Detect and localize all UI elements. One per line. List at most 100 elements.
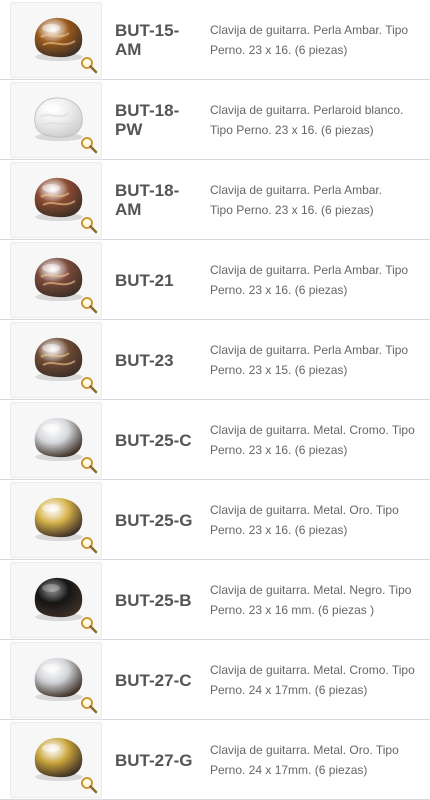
product-row: BUT-25-B Clavija de guitarra. Metal. Negr… — [0, 560, 430, 640]
product-code-line: BUT-25-C — [115, 430, 192, 450]
magnifier-zoom-icon[interactable] — [80, 456, 98, 474]
product-code-line: BUT-21 — [115, 270, 174, 290]
product-description: Clavija de guitarra. Perla Ambar. Tipo Pe… — [210, 320, 422, 400]
product-description-line: Clavija de guitarra. Metal. Cromo. Tipo — [210, 423, 415, 437]
product-description-text: Clavija de guitarra. Metal. Oro. Tipo Per… — [210, 740, 399, 780]
product-description: Clavija de guitarra. Metal. Cromo. Tipo P… — [210, 640, 422, 720]
product-description-line: Clavija de guitarra. Metal. Oro. Tipo — [210, 503, 399, 517]
product-description-line: Perno. 24 x 17mm. (6 piezas) — [210, 683, 368, 697]
magnifier-zoom-icon[interactable] — [80, 776, 98, 794]
product-code[interactable]: BUT-25-C — [115, 400, 197, 480]
product-description: Clavija de guitarra. Metal. Oro. Tipo Per… — [210, 720, 422, 800]
product-description-line: Tipo Perno. 23 x 16. (6 piezas) — [210, 203, 374, 217]
product-code[interactable]: BUT-23 — [115, 320, 197, 400]
product-code-line: BUT-15- — [115, 21, 180, 40]
product-description-text: Clavija de guitarra. Metal. Cromo. Tipo P… — [210, 420, 415, 460]
guitar-tuner-button-icon — [34, 17, 83, 61]
product-description: Clavija de guitarra. Perla Ambar. Tipo Pe… — [210, 0, 422, 80]
product-description-line: Clavija de guitarra. Perla Ambar. Tipo — [210, 343, 409, 357]
product-description-line: Perno. 23 x 16. (6 piezas) — [210, 443, 348, 457]
product-code-line: BUT-27-G — [115, 750, 193, 770]
magnifier-zoom-icon[interactable] — [80, 696, 98, 714]
product-code-line: BUT-18- — [115, 181, 180, 200]
magnifier-zoom-icon[interactable] — [80, 616, 98, 634]
product-description-line: Perno. 23 x 15. (6 piezas) — [210, 363, 348, 377]
product-code[interactable]: BUT-27-C — [115, 640, 197, 720]
product-code-text: BUT-18- PW — [115, 101, 179, 139]
product-code[interactable]: BUT-27-G — [115, 720, 197, 800]
product-description-line: Perno. 23 x 16. (6 piezas) — [210, 43, 348, 57]
product-thumbnail[interactable] — [10, 482, 102, 558]
product-description-line: Clavija de guitarra. Metal. Negro. Tipo — [210, 583, 412, 597]
product-description: Clavija de guitarra. Perlaroid blanco. Ti… — [210, 80, 422, 160]
product-description-line: Clavija de guitarra. Metal. Oro. Tipo — [210, 743, 399, 757]
product-thumbnail[interactable] — [10, 402, 102, 478]
product-row: BUT-21 Clavija de guitarra. Perla Ambar. … — [0, 240, 430, 320]
product-description-line: Tipo Perno. 23 x 16. (6 piezas) — [210, 123, 374, 137]
product-code[interactable]: BUT-25-B — [115, 560, 197, 640]
product-thumbnail[interactable] — [10, 82, 102, 158]
product-description-text: Clavija de guitarra. Metal. Oro. Tipo Per… — [210, 500, 399, 540]
magnifier-zoom-icon[interactable] — [80, 56, 98, 74]
product-code-text: BUT-25-B — [115, 591, 192, 610]
product-thumbnail[interactable] — [10, 322, 102, 398]
product-description-line: Clavija de guitarra. Perla Ambar. — [210, 183, 383, 197]
guitar-tuner-button-icon — [34, 337, 83, 381]
guitar-tuner-button-icon — [34, 497, 83, 541]
guitar-tuner-button-icon — [34, 97, 83, 141]
magnifier-zoom-icon[interactable] — [80, 536, 98, 554]
product-row: BUT-18- AM Clavija de guitarra. Perla Amba… — [0, 160, 430, 240]
guitar-tuner-button-icon — [34, 177, 83, 221]
product-description-line: Perno. 23 x 16. (6 piezas) — [210, 523, 348, 537]
product-row: BUT-23 Clavija de guitarra. Perla Ambar. … — [0, 320, 430, 400]
product-description-text: Clavija de guitarra. Metal. Cromo. Tipo P… — [210, 660, 415, 700]
product-description: Clavija de guitarra. Metal. Cromo. Tipo P… — [210, 400, 422, 480]
product-description-text: Clavija de guitarra. Perlaroid blanco. Ti… — [210, 100, 403, 140]
product-description-line: Perno. 23 x 16. (6 piezas) — [210, 283, 348, 297]
product-row: BUT-27-G Clavija de guitarra. Metal. Oro.… — [0, 720, 430, 800]
product-thumbnail[interactable] — [10, 562, 102, 638]
product-description-line: Clavija de guitarra. Perlaroid blanco. — [210, 103, 404, 117]
guitar-tuner-button-icon — [34, 577, 83, 621]
product-code-text: BUT-25-G — [115, 511, 192, 530]
product-description: Clavija de guitarra. Metal. Oro. Tipo Per… — [210, 480, 422, 560]
product-code-text: BUT-25-C — [115, 431, 192, 450]
product-description-text: Clavija de guitarra. Perla Ambar. Tipo Pe… — [210, 260, 408, 300]
product-description-text: Clavija de guitarra. Perla Ambar. Tipo Pe… — [210, 180, 382, 220]
guitar-tuner-button-icon — [34, 417, 83, 461]
product-thumbnail[interactable] — [10, 162, 102, 238]
product-thumbnail[interactable] — [10, 722, 102, 798]
product-code-text: BUT-27-C — [115, 671, 192, 690]
product-code-text: BUT-18- AM — [115, 181, 179, 219]
product-thumbnail[interactable] — [10, 642, 102, 718]
product-code[interactable]: BUT-15- AM — [115, 0, 197, 80]
product-description-line: Perno. 24 x 17mm. (6 piezas) — [210, 763, 368, 777]
magnifier-zoom-icon[interactable] — [80, 136, 98, 154]
guitar-tuner-button-icon — [34, 257, 83, 301]
product-code-line: BUT-27-C — [115, 670, 192, 690]
product-thumbnail[interactable] — [10, 242, 102, 318]
product-code[interactable]: BUT-21 — [115, 240, 197, 320]
product-code-line: AM — [115, 40, 142, 59]
product-thumbnail[interactable] — [10, 2, 102, 78]
product-code[interactable]: BUT-18- PW — [115, 80, 197, 160]
magnifier-zoom-icon[interactable] — [80, 296, 98, 314]
product-code-line: BUT-23 — [115, 350, 174, 370]
product-description-line: Perno. 23 x 16 mm. (6 piezas ) — [210, 603, 375, 617]
product-row: BUT-27-C Clavija de guitarra. Metal. Crom… — [0, 640, 430, 720]
product-description-line: Clavija de guitarra. Perla Ambar. Tipo — [210, 23, 409, 37]
product-code[interactable]: BUT-18- AM — [115, 160, 197, 240]
product-code[interactable]: BUT-25-G — [115, 480, 197, 560]
magnifier-zoom-icon[interactable] — [80, 376, 98, 394]
magnifier-zoom-icon[interactable] — [80, 216, 98, 234]
product-code-text: BUT-27-G — [115, 751, 192, 770]
guitar-tuner-button-icon — [34, 657, 83, 701]
product-description-line: Clavija de guitarra. Perla Ambar. Tipo — [210, 263, 409, 277]
product-description-line: Clavija de guitarra. Metal. Cromo. Tipo — [210, 663, 415, 677]
product-code-text: BUT-21 — [115, 271, 174, 290]
product-description-text: Clavija de guitarra. Metal. Negro. Tipo P… — [210, 580, 411, 620]
product-row: BUT-15- AM Clavija de guitarra. Perla Amba… — [0, 0, 430, 80]
product-code-text: BUT-15- AM — [115, 21, 179, 59]
product-code-line: BUT-25-G — [115, 510, 193, 530]
product-code-line: PW — [115, 120, 143, 139]
